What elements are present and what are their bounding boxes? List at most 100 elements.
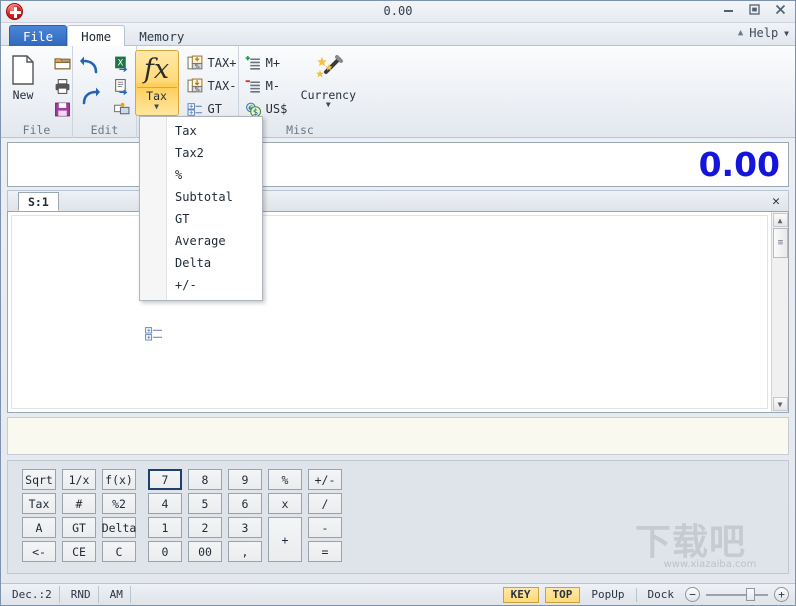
ribbon-help-group: ▲ Help ▼ (738, 26, 789, 40)
key-multiply[interactable]: x (268, 493, 302, 514)
tax-dropdown-menu: Tax Tax2 % Subtotal GT Average Delta +/- (139, 116, 263, 341)
gt-button-label: GT (207, 102, 222, 116)
currency-button[interactable]: Currency ▼ (297, 50, 359, 109)
key-8[interactable]: 8 (188, 469, 222, 490)
tab-home[interactable]: Home (67, 25, 126, 46)
key-backspace[interactable]: <- (22, 541, 56, 562)
key-1[interactable]: 1 (148, 517, 182, 538)
tax-plus-button[interactable]: % TAX+ (183, 52, 241, 74)
key-ce[interactable]: CE (62, 541, 96, 562)
print-button[interactable] (50, 75, 75, 97)
key-2[interactable]: 2 (188, 517, 222, 538)
redo-button[interactable] (75, 83, 105, 113)
status-mode[interactable]: AM (103, 586, 131, 603)
key-gt[interactable]: GT (62, 517, 96, 538)
key-percent2[interactable]: %2 (102, 493, 136, 514)
chevron-down-icon[interactable]: ▼ (154, 103, 159, 111)
zoom-out-button[interactable]: − (685, 587, 700, 602)
menu-item-plusminus[interactable]: +/- (140, 274, 262, 296)
scrollbar-grip-icon: ≡ (777, 238, 784, 248)
input-strip[interactable] (7, 417, 789, 455)
key-plus[interactable]: + (268, 517, 302, 562)
collapse-ribbon-icon[interactable]: ▲ (738, 28, 743, 38)
key-6[interactable]: 6 (228, 493, 262, 514)
menu-item-gt[interactable]: GT (140, 208, 262, 230)
menu-item-subtotal[interactable]: Subtotal (140, 186, 262, 208)
zoom-slider-knob[interactable] (746, 587, 755, 601)
key-3[interactable]: 3 (228, 517, 262, 538)
scrollbar-thumb[interactable]: ≡ (772, 228, 788, 258)
export-document-button[interactable] (109, 75, 134, 97)
key-4[interactable]: 4 (148, 493, 182, 514)
menu-item-tax2[interactable]: Tax2 (140, 142, 262, 164)
key-tax[interactable]: Tax (22, 493, 56, 514)
misc-small-buttons: M+ M- € $ US$ (241, 50, 292, 120)
key-toggle-button[interactable]: KEY (502, 586, 539, 603)
status-right-group: KEY TOP PopUp Dock − + (502, 586, 795, 603)
key-divide[interactable]: / (308, 493, 342, 514)
chevron-down-icon[interactable]: ▼ (784, 29, 789, 38)
close-button[interactable] (772, 4, 789, 19)
dock-button[interactable]: Dock (643, 588, 680, 601)
undo-button[interactable] (75, 52, 105, 82)
popup-button[interactable]: PopUp (586, 588, 629, 601)
key-sqrt[interactable]: Sqrt (22, 469, 56, 490)
key-equals[interactable]: = (308, 541, 342, 562)
menu-item-percent[interactable]: % (140, 164, 262, 186)
maximize-button[interactable] (746, 4, 763, 19)
title-bar: 0.00 (1, 1, 795, 23)
help-label[interactable]: Help (749, 26, 778, 40)
key-fx[interactable]: f(x) (102, 469, 136, 490)
export-excel-button[interactable]: X (109, 52, 134, 74)
tax-button-divider (136, 87, 177, 88)
key-0[interactable]: 0 (148, 541, 182, 562)
key-delta[interactable]: Delta (102, 517, 136, 538)
zoom-in-button[interactable]: + (774, 587, 789, 602)
key-hash[interactable]: # (62, 493, 96, 514)
tape-paper[interactable] (11, 215, 768, 409)
zoom-slider[interactable] (706, 587, 768, 602)
key-9[interactable]: 9 (228, 469, 262, 490)
window-controls (720, 4, 789, 19)
minimize-button[interactable] (720, 4, 737, 19)
scroll-down-arrow-icon[interactable]: ▼ (772, 397, 788, 411)
magic-wand-icon (312, 54, 344, 86)
key-7[interactable]: 7 (148, 469, 182, 490)
tape-scrollbar[interactable]: ▲ ≡ ▼ (771, 212, 788, 412)
status-decimals[interactable]: Dec.:2 (5, 586, 60, 603)
tax-plus-icon: % (187, 55, 204, 72)
send-to-screen-button[interactable] (109, 98, 134, 120)
tab-memory[interactable]: Memory (125, 25, 198, 46)
key-decimal[interactable]: , (228, 541, 262, 562)
menu-item-delta[interactable]: Delta (140, 252, 262, 274)
key-sign-toggle[interactable]: +/- (308, 469, 342, 490)
memory-minus-button[interactable]: M- (241, 75, 292, 97)
scrollbar-track[interactable] (773, 258, 788, 397)
calculator-display[interactable]: 0.00 (7, 142, 789, 187)
memory-plus-button[interactable]: M+ (241, 52, 292, 74)
key-inverse[interactable]: 1/x (62, 469, 96, 490)
sheet-tab-s1[interactable]: S:1 (18, 192, 59, 211)
ribbon-group-file-label: File (22, 123, 51, 137)
currency-dollar-icon: € $ (245, 101, 262, 118)
close-icon[interactable]: ✕ (772, 194, 780, 209)
tax-minus-button[interactable]: % TAX- (183, 75, 241, 97)
menu-item-tax[interactable]: Tax (140, 120, 262, 142)
menu-item-average[interactable]: Average (140, 230, 262, 252)
key-5[interactable]: 5 (188, 493, 222, 514)
top-toggle-button[interactable]: TOP (544, 586, 581, 603)
key-minus[interactable]: - (308, 517, 342, 538)
tax-button[interactable]: fx Tax ▼ (134, 50, 179, 116)
scroll-up-arrow-icon[interactable]: ▲ (772, 213, 788, 227)
key-percent[interactable]: % (268, 469, 302, 490)
key-00[interactable]: 00 (188, 541, 222, 562)
tab-file[interactable]: File (9, 25, 68, 46)
new-button[interactable]: New (1, 50, 48, 103)
memory-plus-label: M+ (265, 56, 281, 70)
key-a[interactable]: A (22, 517, 56, 538)
key-c[interactable]: C (102, 541, 136, 562)
save-button[interactable] (50, 98, 75, 120)
status-rounding[interactable]: RND (64, 586, 99, 603)
chevron-down-icon[interactable]: ▼ (326, 101, 331, 109)
open-button[interactable] (50, 52, 75, 74)
